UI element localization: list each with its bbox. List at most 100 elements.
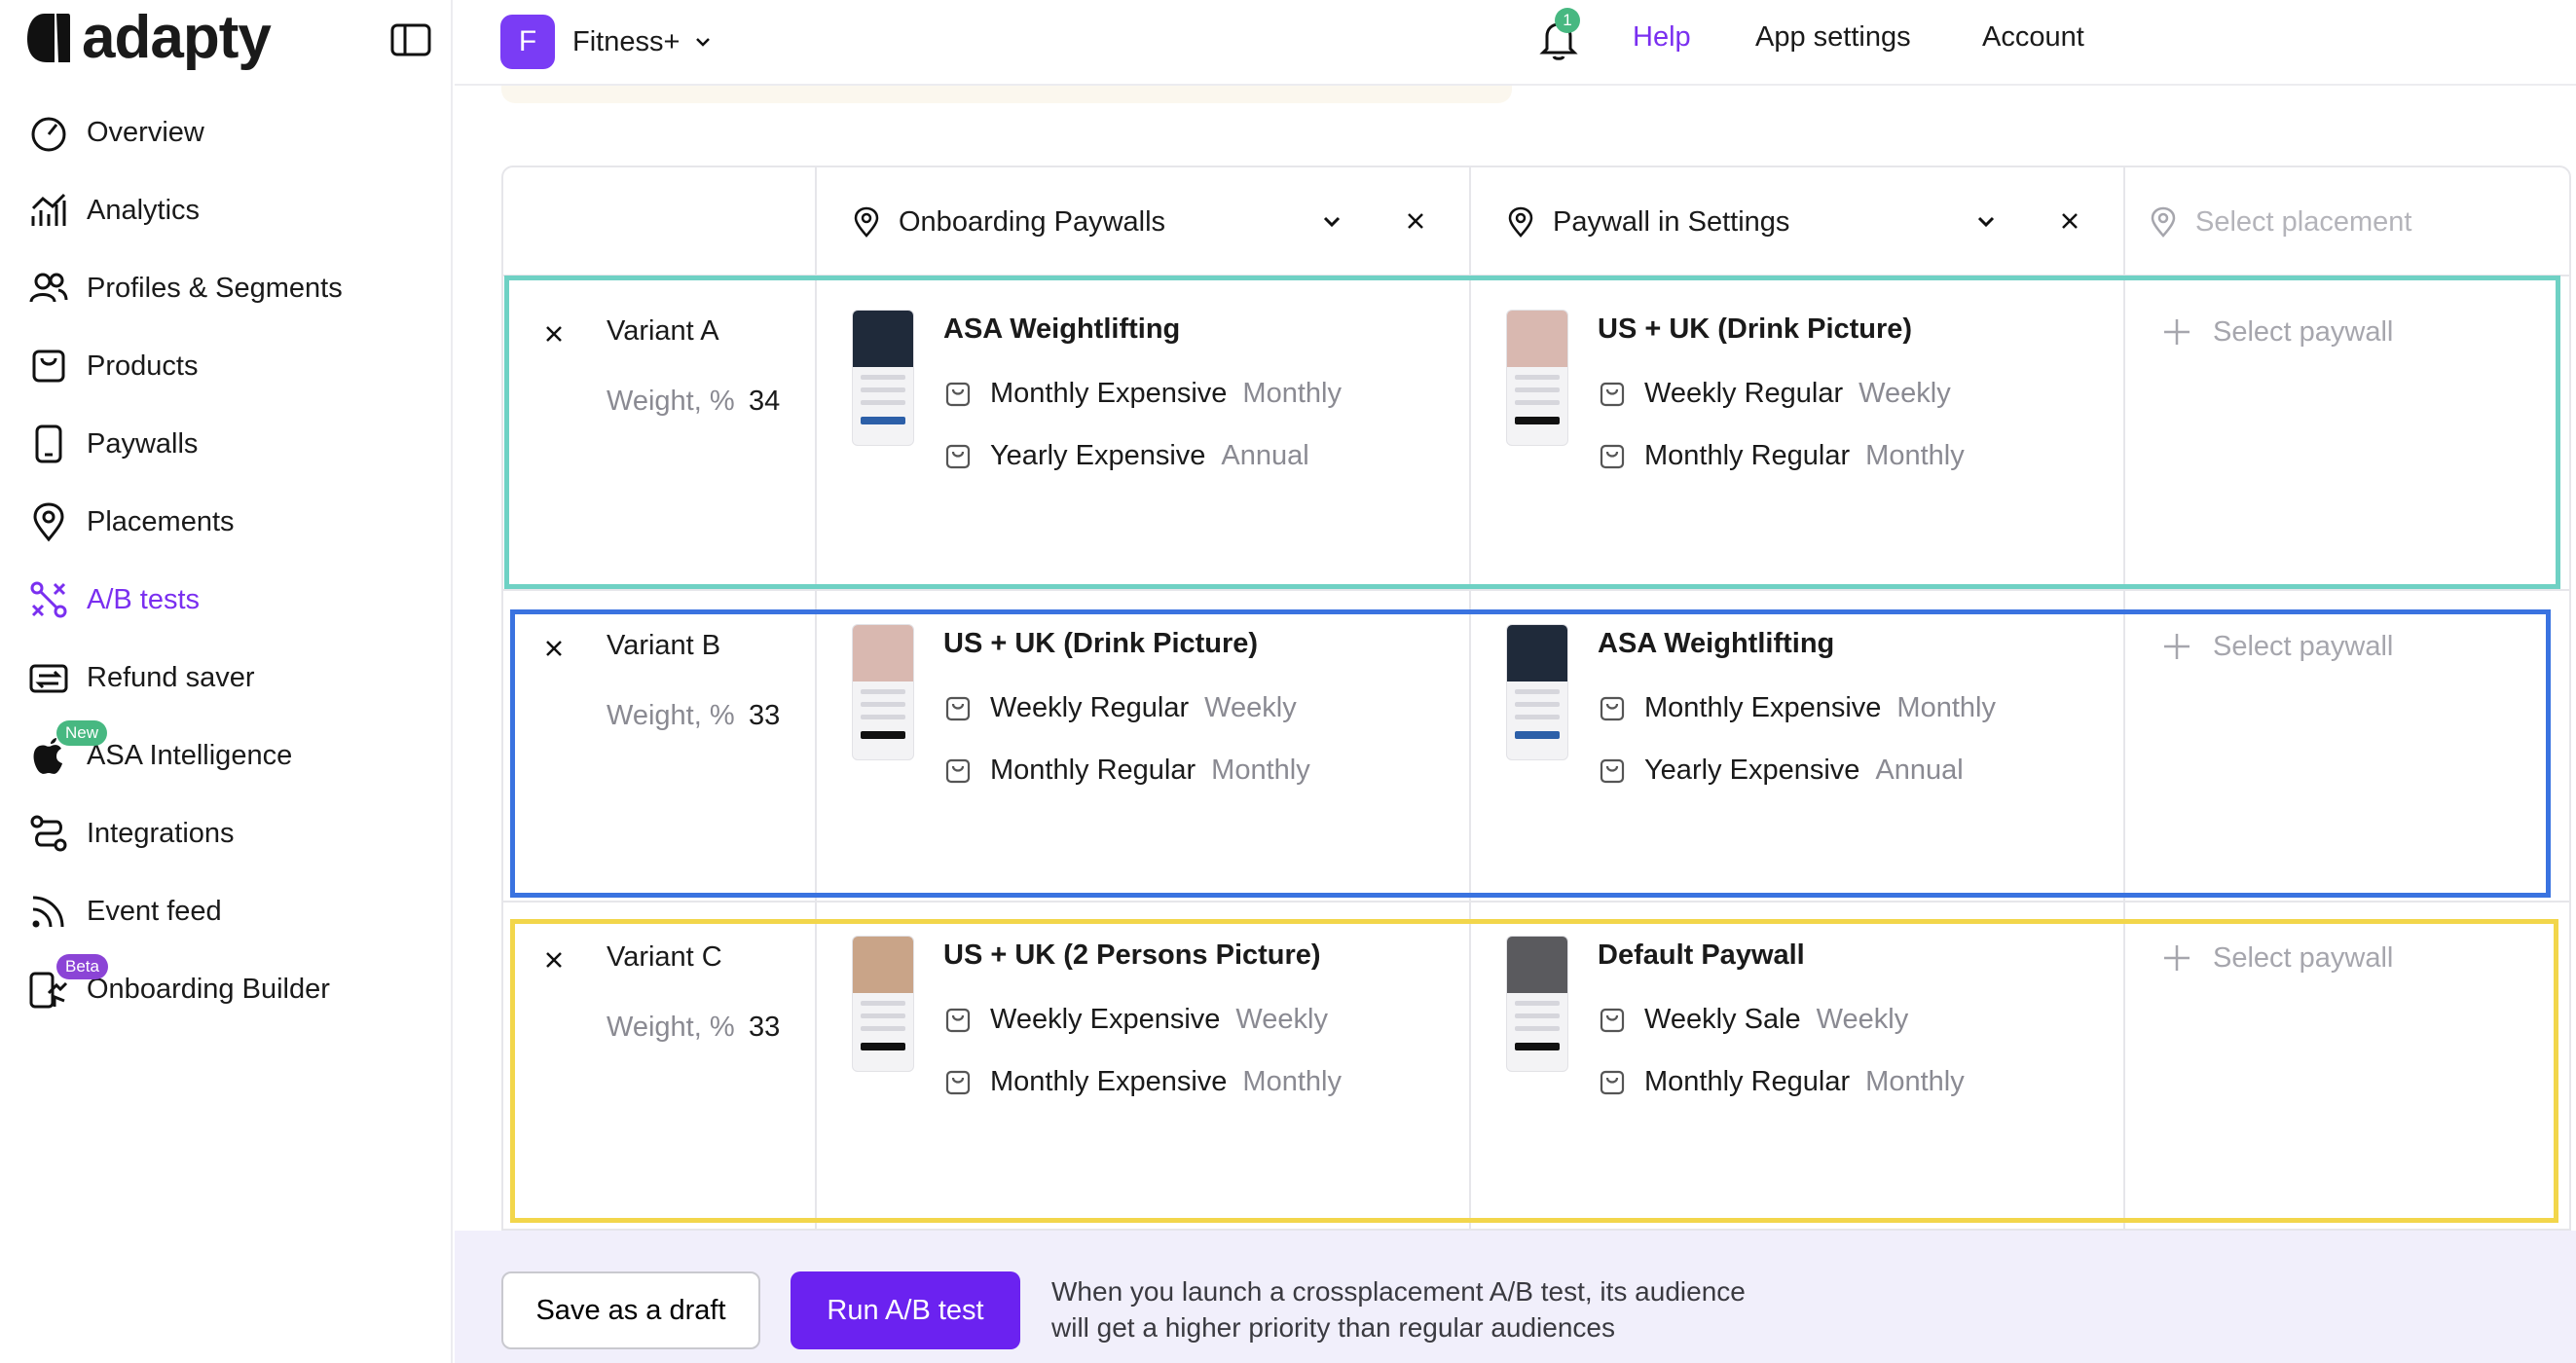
select-paywall-label: Select paywall bbox=[2213, 630, 2394, 662]
thumbnail-line bbox=[1515, 1001, 1560, 1006]
paywall-cell[interactable]: US + UK (Drink Picture) Weekly Regular W… bbox=[817, 591, 1469, 903]
product-row: Monthly Regular Monthly bbox=[1598, 440, 1965, 472]
weight-input[interactable]: 33 bbox=[749, 700, 780, 732]
sidebar-item-placements[interactable]: Placements bbox=[0, 483, 453, 561]
sidebar-item-integrations[interactable]: Integrations bbox=[0, 794, 453, 872]
select-paywall-button[interactable]: Select paywall bbox=[2160, 630, 2393, 663]
close-icon[interactable] bbox=[2053, 204, 2086, 238]
app-settings-link[interactable]: App settings bbox=[1755, 21, 1911, 54]
thumbnail-line bbox=[861, 387, 905, 392]
product-name: Weekly Expensive bbox=[990, 1004, 1221, 1035]
paywall-title[interactable]: ASA Weightlifting bbox=[1598, 628, 1834, 660]
thumbnail-line bbox=[1515, 400, 1560, 405]
pin-icon bbox=[1508, 206, 1533, 238]
thumbnail-line bbox=[1515, 375, 1560, 380]
chevron-down-icon[interactable] bbox=[1969, 204, 2003, 238]
placement-name: Onboarding Paywalls bbox=[899, 205, 1166, 238]
thumbnail-line bbox=[861, 702, 905, 707]
sidebar-item-label: Refund saver bbox=[87, 661, 255, 693]
chevron-down-icon bbox=[696, 38, 711, 47]
product-icon bbox=[1600, 696, 1625, 720]
ab-test-grid: Onboarding Paywalls Paywall in Settings … bbox=[501, 166, 2571, 1231]
paywall-title[interactable]: US + UK (Drink Picture) bbox=[1598, 313, 1912, 346]
select-paywall-button[interactable]: Select paywall bbox=[2160, 315, 2393, 349]
beta-badge: Beta bbox=[56, 954, 108, 979]
product-row: Weekly Expensive Weekly bbox=[943, 1004, 1328, 1036]
paywall-thumbnail bbox=[852, 310, 914, 446]
adapty-logo-icon bbox=[27, 14, 70, 62]
thumbnail-line bbox=[1515, 1013, 1560, 1018]
weight-input[interactable]: 34 bbox=[749, 386, 780, 418]
sidebar-item-label: Analytics bbox=[87, 194, 201, 226]
variant-name: Variant A bbox=[607, 315, 719, 347]
sidebar-item-analytics[interactable]: Analytics bbox=[0, 171, 453, 249]
sidebar-toggle-icon[interactable] bbox=[389, 21, 432, 58]
product-row: Monthly Regular Monthly bbox=[1598, 1066, 1965, 1098]
run-ab-test-button[interactable]: Run A/B test bbox=[791, 1271, 1020, 1349]
notification-count-badge: 1 bbox=[1555, 8, 1580, 33]
pin-icon bbox=[854, 206, 879, 238]
paywall-title[interactable]: Default Paywall bbox=[1598, 939, 1805, 972]
paywall-title[interactable]: US + UK (2 Persons Picture) bbox=[943, 939, 1321, 972]
product-period: Weekly bbox=[1204, 692, 1297, 723]
product-name: Weekly Sale bbox=[1644, 1004, 1801, 1035]
remove-variant-icon[interactable] bbox=[539, 319, 569, 349]
paywall-cell[interactable]: Default Paywall Weekly Sale Weekly Month… bbox=[1471, 903, 2123, 1214]
thumbnail-line bbox=[1515, 689, 1560, 694]
product-row: Monthly Expensive Monthly bbox=[943, 1066, 1342, 1098]
sidebar-item-asa-intelligence[interactable]: New ASA Intelligence bbox=[0, 717, 453, 794]
paywall-cell[interactable]: US + UK (2 Persons Picture) Weekly Expen… bbox=[817, 903, 1469, 1214]
paywall-cell[interactable]: US + UK (Drink Picture) Weekly Regular W… bbox=[1471, 276, 2123, 588]
sidebar-item-paywalls[interactable]: Paywalls bbox=[0, 405, 453, 483]
placement-header-1[interactable]: Onboarding Paywalls bbox=[850, 167, 1469, 276]
adapty-logo[interactable]: adapty bbox=[25, 8, 272, 68]
product-period: Weekly bbox=[1816, 1004, 1909, 1035]
product-period: Monthly bbox=[1211, 755, 1310, 786]
paywall-title[interactable]: US + UK (Drink Picture) bbox=[943, 628, 1258, 660]
sidebar-item-label: Products bbox=[87, 350, 199, 382]
product-period: Monthly bbox=[1242, 378, 1342, 409]
save-draft-button[interactable]: Save as a draft bbox=[501, 1271, 760, 1349]
select-paywall-button[interactable]: Select paywall bbox=[2160, 941, 2393, 975]
product-name: Monthly Regular bbox=[1644, 1066, 1851, 1097]
select-placement[interactable]: Select placement bbox=[2147, 167, 2565, 276]
footer-note: When you launch a crossplacement A/B tes… bbox=[1051, 1273, 1928, 1345]
new-badge: New bbox=[56, 720, 108, 746]
placement-header-2[interactable]: Paywall in Settings bbox=[1504, 167, 2123, 276]
sidebar-item-label: A/B tests bbox=[87, 583, 201, 615]
sidebar-item-onboarding-builder[interactable]: Beta Onboarding Builder bbox=[0, 950, 453, 1028]
top-bar: F Fitness+ bbox=[455, 0, 2576, 86]
variant-info: Variant A Weight, % 34 bbox=[503, 276, 815, 588]
remove-variant-icon[interactable] bbox=[539, 945, 569, 975]
account-link[interactable]: Account bbox=[1982, 21, 2084, 54]
paywall-thumbnail bbox=[1506, 936, 1568, 1072]
sidebar-item-event-feed[interactable]: Event feed bbox=[0, 872, 453, 950]
paywall-cell[interactable]: ASA Weightlifting Monthly Expensive Mont… bbox=[1471, 591, 2123, 903]
product-icon bbox=[945, 382, 971, 406]
product-row: Yearly Expensive Annual bbox=[943, 440, 1309, 472]
paywall-thumbnail bbox=[1506, 624, 1568, 760]
product-row: Monthly Expensive Monthly bbox=[943, 378, 1342, 410]
sidebar-item-ab-tests[interactable]: A/B tests bbox=[0, 561, 453, 639]
thumbnail-line bbox=[861, 1026, 905, 1031]
sidebar-item-refund-saver[interactable]: Refund saver bbox=[0, 639, 453, 717]
chevron-down-icon[interactable] bbox=[1315, 204, 1348, 238]
sidebar-nav: Overview Analytics Profiles & Segments P… bbox=[0, 93, 453, 1028]
thumbnail-line bbox=[861, 715, 905, 719]
remove-variant-icon[interactable] bbox=[539, 634, 569, 663]
paywall-cell[interactable]: ASA Weightlifting Monthly Expensive Mont… bbox=[817, 276, 1469, 588]
app-switcher[interactable]: F Fitness+ bbox=[500, 15, 713, 69]
paywall-title[interactable]: ASA Weightlifting bbox=[943, 313, 1180, 346]
close-icon[interactable] bbox=[1399, 204, 1432, 238]
weight-input[interactable]: 33 bbox=[749, 1012, 780, 1044]
product-period: Annual bbox=[1221, 440, 1309, 471]
gauge-icon bbox=[31, 117, 66, 152]
sidebar-item-profiles-segments[interactable]: Profiles & Segments bbox=[0, 249, 453, 327]
thumbnail-image bbox=[1507, 937, 1567, 993]
help-link[interactable]: Help bbox=[1633, 21, 1691, 54]
product-row: Monthly Regular Monthly bbox=[943, 755, 1310, 787]
variant-info: Variant C Weight, % 33 bbox=[503, 903, 815, 1214]
sidebar-item-overview[interactable]: Overview bbox=[0, 93, 453, 171]
sidebar-item-products[interactable]: Products bbox=[0, 327, 453, 405]
empty-paywall-cell: Select paywall bbox=[2125, 276, 2571, 588]
